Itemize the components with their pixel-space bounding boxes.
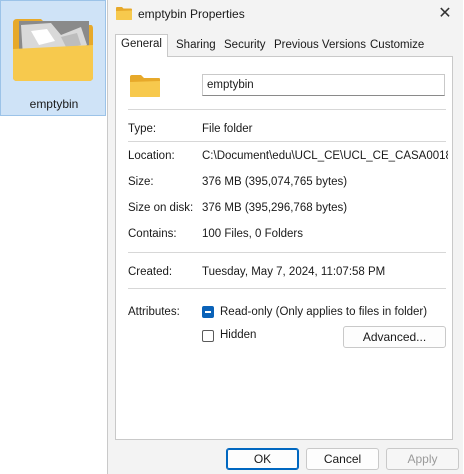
separator [128, 141, 446, 142]
contains-label: Contains: [128, 228, 177, 240]
created-value: Tuesday, May 7, 2024, 11:07:58 PM [202, 266, 386, 278]
created-label: Created: [128, 266, 173, 278]
apply-button[interactable]: Apply [386, 448, 459, 470]
dialog-title: emptybin Properties [138, 7, 245, 21]
tab-customize[interactable]: Customize [365, 36, 429, 56]
properties-dialog: emptybin Properties ✕ General Sharing Se… [107, 0, 463, 474]
attributes-label: Attributes: [128, 306, 180, 318]
contains-value: 100 Files, 0 Folders [202, 228, 303, 240]
readonly-label[interactable]: Read-only (Only applies to files in fold… [220, 306, 427, 318]
hidden-checkbox[interactable] [202, 330, 214, 342]
location-label: Location: [128, 150, 175, 162]
separator [128, 252, 446, 253]
folder-thumbnail-icon [13, 19, 93, 81]
hidden-label[interactable]: Hidden [220, 329, 256, 341]
folder-icon [116, 7, 132, 20]
tab-sharing[interactable]: Sharing [171, 36, 221, 56]
title-bar[interactable]: emptybin Properties ✕ [108, 0, 464, 30]
folder-name-input[interactable] [202, 74, 445, 96]
tab-general[interactable]: General [115, 34, 168, 57]
type-label: Type: [128, 123, 157, 135]
tab-security[interactable]: Security [219, 36, 271, 56]
tab-previous-versions[interactable]: Previous Versions [269, 36, 371, 56]
desktop-folder-item[interactable]: emptybin [0, 0, 106, 116]
general-tab-panel: Type: File folder Location: C:\Document\… [115, 56, 453, 440]
desktop-item-label: emptybin [29, 97, 79, 111]
readonly-checkbox[interactable] [202, 306, 214, 318]
separator [128, 109, 446, 110]
advanced-button[interactable]: Advanced... [343, 326, 446, 348]
size-label: Size: [128, 176, 154, 188]
size-on-disk-value: 376 MB (395,296,768 bytes) [202, 202, 348, 214]
close-icon: ✕ [438, 5, 452, 22]
close-button[interactable]: ✕ [430, 2, 460, 28]
cancel-button[interactable]: Cancel [306, 448, 379, 470]
separator [128, 288, 446, 289]
ok-button[interactable]: OK [226, 448, 299, 470]
folder-icon [130, 75, 160, 97]
size-value: 376 MB (395,074,765 bytes) [202, 176, 348, 188]
location-value: C:\Document\edu\UCL_CE\UCL_CE_CASA0018\c [202, 150, 448, 162]
size-on-disk-label: Size on disk: [128, 202, 194, 214]
type-value: File folder [202, 123, 253, 135]
